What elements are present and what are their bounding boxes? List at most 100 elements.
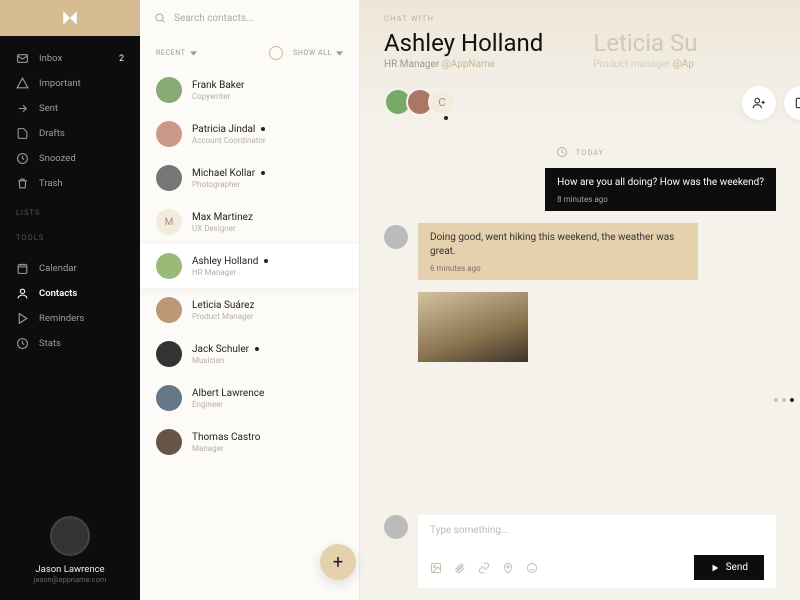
status-dot-icon [261,127,265,131]
avatar-initial[interactable]: C [428,88,456,116]
nav-label: Inbox [39,53,62,64]
composer: Type something... Send [360,505,800,600]
nav-reminders[interactable]: Reminders [0,306,140,331]
contact-role: Engineer [192,400,343,409]
nav-sent[interactable]: Sent [0,96,140,121]
avatar [156,165,182,191]
message-list[interactable]: How are you all doing? How was the weeke… [360,168,800,505]
location-icon[interactable] [502,562,514,574]
nav-trash[interactable]: Trash [0,171,140,196]
nav-contacts[interactable]: Contacts [0,281,140,306]
contact-name: Ashley Holland [384,29,543,57]
contact-row[interactable]: Frank BakerCopywriter [140,68,359,112]
search-icon [154,12,166,24]
contact-row[interactable]: Michael KollarPhotographer [140,156,359,200]
avatar: M [156,209,182,235]
contact-role: Product Manager [192,312,343,321]
avatar [156,297,182,323]
status-dot-icon [264,259,268,263]
avatar [156,341,182,367]
nav-label: Contacts [39,288,77,299]
link-icon[interactable] [478,562,490,574]
expand-button[interactable] [784,86,800,120]
filter-recent[interactable]: RECENT [156,49,197,57]
avatar [156,385,182,411]
nav-label: Important [39,78,81,89]
search-input[interactable]: Search contacts... [140,0,359,36]
contact-role: HR Manager [192,268,343,277]
profile-card[interactable]: Jason Lawrence jason@appname.com [0,500,140,600]
contact-name: Jack Schuler [192,344,343,355]
inbox-badge: 2 [119,54,124,64]
trash-icon [16,177,29,190]
nav-main: Inbox 2 Important Sent Drafts Snoozed Tr… [0,36,140,196]
contact-row[interactable]: Leticia SuárezProduct Manager [140,288,359,332]
image-icon[interactable] [430,562,442,574]
nav-calendar[interactable]: Calendar [0,256,140,281]
send-button[interactable]: Send [694,555,764,580]
nav-stats[interactable]: Stats [0,331,140,356]
contact-name: Leticia Suárez [192,300,343,311]
message-image[interactable] [418,292,528,362]
nav-drafts[interactable]: Drafts [0,121,140,146]
nav-snoozed[interactable]: Snoozed [0,146,140,171]
add-participant-button[interactable] [742,86,776,120]
contact-name: Ashley Holland [192,256,343,267]
nav-label: Sent [39,103,58,114]
sent-icon [16,102,29,115]
filter-showall[interactable]: SHOW ALL [293,49,343,57]
contacts-panel: Search contacts... RECENT SHOW ALL Frank… [140,0,360,600]
attach-icon[interactable] [454,562,466,574]
add-contact-fab[interactable]: + [320,544,356,580]
app-logo[interactable] [0,0,140,36]
sidebar: Inbox 2 Important Sent Drafts Snoozed Tr… [0,0,140,600]
profile-name: Jason Lawrence [16,564,124,575]
contact-row[interactable]: Ashley HollandHR Manager [140,244,359,288]
pager-dots[interactable] [774,398,794,402]
profile-email: jason@appname.com [16,575,124,584]
emoji-icon[interactable] [526,562,538,574]
contact-row[interactable]: MMax MartinezUX Designer [140,200,359,244]
progress-ring-icon [269,46,283,60]
message-incoming: Doing good, went hiking this weekend, th… [384,223,776,280]
profile-avatar [50,516,90,556]
drafts-icon [16,127,29,140]
avatar [384,515,408,539]
avatar [156,429,182,455]
contact-list[interactable]: Frank BakerCopywriterPatricia JindalAcco… [140,68,359,600]
contacts-icon [16,287,29,300]
contact-row[interactable]: Albert LawrenceEngineer [140,376,359,420]
message-bubble: Doing good, went hiking this weekend, th… [418,223,698,280]
nav-label: Trash [39,178,63,189]
chat-main: CHAT WITH Ashley Holland HR Manager @App… [360,0,800,600]
chat-title-next[interactable]: Leticia Su Product manager @Ap [593,29,697,70]
nav-label: Calendar [39,263,77,274]
chevron-down-icon [336,51,343,56]
contact-role: Manager [192,444,343,453]
chevron-down-icon [190,51,197,56]
expand-icon [794,96,800,110]
contact-row[interactable]: Thomas CastroManager [140,420,359,464]
tools-header: TOOLS [0,221,140,246]
message-time: 8 minutes ago [557,194,764,205]
nav-label: Drafts [39,128,65,139]
contact-role: HR Manager [384,59,439,70]
contact-row[interactable]: Patricia JindalAccount Coordinator [140,112,359,156]
contact-name: Thomas Castro [192,432,343,443]
contact-name: Frank Baker [192,80,343,91]
avatar [156,253,182,279]
chat-title-active: Ashley Holland HR Manager @AppName [384,29,543,70]
contact-role: Photographer [192,180,343,189]
contact-row[interactable]: Jack SchulerMusician [140,332,359,376]
nav-inbox[interactable]: Inbox 2 [0,46,140,71]
chat-header: CHAT WITH Ashley Holland HR Manager @App… [360,0,800,132]
status-dot-icon [255,347,259,351]
compose-input[interactable]: Type something... [430,525,764,541]
inbox-icon [16,52,29,65]
contact-app: @AppName [442,59,495,70]
message-outgoing: How are you all doing? How was the weeke… [384,168,776,211]
contact-name: Patricia Jindal [192,124,343,135]
nav-important[interactable]: Important [0,71,140,96]
avatar [156,121,182,147]
message-text: Doing good, went hiking this weekend, th… [430,231,686,259]
